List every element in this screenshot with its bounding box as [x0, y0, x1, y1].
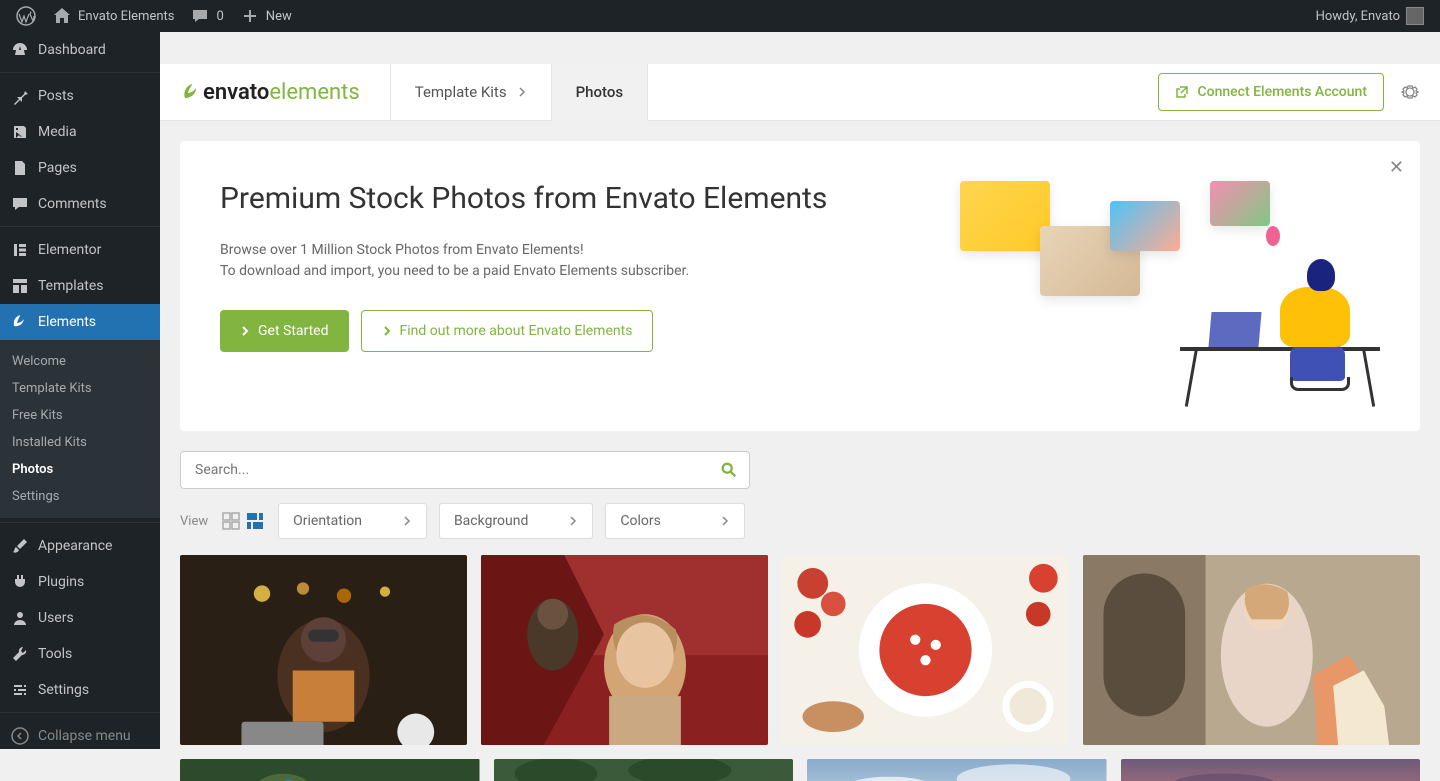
new-content-link[interactable]: New — [232, 0, 300, 32]
menu-settings[interactable]: Settings — [0, 672, 160, 708]
chevron-right-icon — [402, 516, 412, 526]
media-icon — [10, 122, 30, 142]
view-masonry-button[interactable] — [244, 510, 266, 532]
filter-background[interactable]: Background — [439, 503, 593, 539]
wp-logo[interactable] — [8, 0, 44, 32]
site-name: Envato Elements — [78, 9, 174, 24]
main-content: envatoelements Template Kits Photos Conn… — [160, 64, 1440, 781]
tab-photos[interactable]: Photos — [552, 64, 648, 121]
logo-leaf-icon — [180, 82, 200, 102]
hero-line1: Browse over 1 Million Stock Photos from … — [220, 240, 827, 261]
account-link[interactable]: Howdy, Envato — [1308, 0, 1432, 32]
templates-icon — [10, 276, 30, 296]
plug-icon — [10, 572, 30, 592]
submenu-installed-kits[interactable]: Installed Kits — [0, 429, 160, 456]
menu-tools[interactable]: Tools — [0, 636, 160, 672]
chevron-right-icon — [568, 516, 578, 526]
elementor-icon — [10, 240, 30, 260]
submenu-free-kits[interactable]: Free Kits — [0, 402, 160, 429]
plus-icon — [240, 6, 260, 26]
view-grid-button[interactable] — [220, 510, 242, 532]
menu-templates[interactable]: Templates — [0, 268, 160, 304]
envato-logo: envatoelements — [180, 64, 391, 120]
menu-dashboard[interactable]: Dashboard — [0, 32, 160, 68]
grid-icon — [222, 512, 240, 530]
photo-thumbnail[interactable] — [180, 759, 480, 781]
photo-thumbnail[interactable] — [481, 555, 768, 745]
collapse-icon — [10, 726, 30, 746]
hero-illustration — [960, 181, 1380, 391]
photo-thumbnail[interactable] — [494, 759, 794, 781]
menu-media[interactable]: Media — [0, 114, 160, 150]
plugin-header: envatoelements Template Kits Photos Conn… — [160, 64, 1440, 121]
photo-thumbnail[interactable] — [807, 759, 1107, 781]
dashboard-icon — [10, 40, 30, 60]
hero-line2: To download and import, you need to be a… — [220, 261, 827, 282]
find-out-more-button[interactable]: Find out more about Envato Elements — [361, 310, 654, 352]
submenu-photos[interactable]: Photos — [0, 456, 160, 483]
tab-template-kits[interactable]: Template Kits — [391, 64, 552, 121]
new-label: New — [266, 9, 292, 24]
photo-thumbnail[interactable] — [1083, 555, 1420, 745]
collapse-menu[interactable]: Collapse menu — [0, 718, 160, 749]
close-hero-button[interactable]: ✕ — [1389, 157, 1404, 178]
home-icon — [52, 6, 72, 26]
search-box — [180, 451, 750, 489]
hero-banner: Premium Stock Photos from Envato Element… — [180, 141, 1420, 431]
menu-comments[interactable]: Comments — [0, 186, 160, 222]
menu-pages[interactable]: Pages — [0, 150, 160, 186]
brush-icon — [10, 536, 30, 556]
photo-thumbnail[interactable] — [782, 555, 1069, 745]
comment-icon — [190, 6, 210, 26]
search-button[interactable] — [709, 452, 749, 488]
avatar — [1406, 7, 1424, 25]
settings-icon — [10, 680, 30, 700]
tools-icon — [10, 644, 30, 664]
photo-thumbnail[interactable] — [180, 555, 467, 745]
menu-posts[interactable]: Posts — [0, 78, 160, 114]
photo-gallery — [180, 555, 1420, 781]
connect-account-button[interactable]: Connect Elements Account — [1158, 73, 1384, 111]
search-icon — [720, 461, 738, 479]
menu-users[interactable]: Users — [0, 600, 160, 636]
menu-appearance[interactable]: Appearance — [0, 528, 160, 564]
comments-link[interactable]: 0 — [182, 0, 231, 32]
chevron-right-icon — [240, 326, 250, 336]
masonry-icon — [246, 512, 264, 530]
chevron-right-icon — [382, 326, 392, 336]
pin-icon — [10, 86, 30, 106]
external-link-icon — [1175, 85, 1189, 99]
comments-icon — [10, 194, 30, 214]
gear-icon[interactable] — [1400, 82, 1420, 102]
hero-title: Premium Stock Photos from Envato Element… — [220, 181, 827, 216]
wp-admin-bar: Envato Elements 0 New Howdy, Envato — [0, 0, 1440, 32]
chevron-right-icon — [720, 516, 730, 526]
chevron-right-icon — [517, 87, 527, 97]
leaf-icon — [10, 312, 30, 332]
elements-submenu: Welcome Template Kits Free Kits Installe… — [0, 340, 160, 518]
submenu-welcome[interactable]: Welcome — [0, 348, 160, 375]
submenu-template-kits[interactable]: Template Kits — [0, 375, 160, 402]
get-started-button[interactable]: Get Started — [220, 310, 349, 352]
site-name-link[interactable]: Envato Elements — [44, 0, 182, 32]
menu-elementor[interactable]: Elementor — [0, 232, 160, 268]
toolbar: View Orientation Background — [180, 451, 1420, 539]
submenu-settings[interactable]: Settings — [0, 483, 160, 510]
users-icon — [10, 608, 30, 628]
filter-orientation[interactable]: Orientation — [278, 503, 427, 539]
photo-thumbnail[interactable] — [1121, 759, 1421, 781]
view-label: View — [180, 514, 208, 529]
menu-plugins[interactable]: Plugins — [0, 564, 160, 600]
comments-count: 0 — [216, 9, 223, 24]
pages-icon — [10, 158, 30, 178]
admin-sidebar: Dashboard Posts Media Pages Comments Ele… — [0, 32, 160, 749]
filter-colors[interactable]: Colors — [605, 503, 745, 539]
howdy-text: Howdy, Envato — [1316, 9, 1400, 24]
menu-elements[interactable]: Elements — [0, 304, 160, 340]
search-input[interactable] — [181, 452, 709, 488]
